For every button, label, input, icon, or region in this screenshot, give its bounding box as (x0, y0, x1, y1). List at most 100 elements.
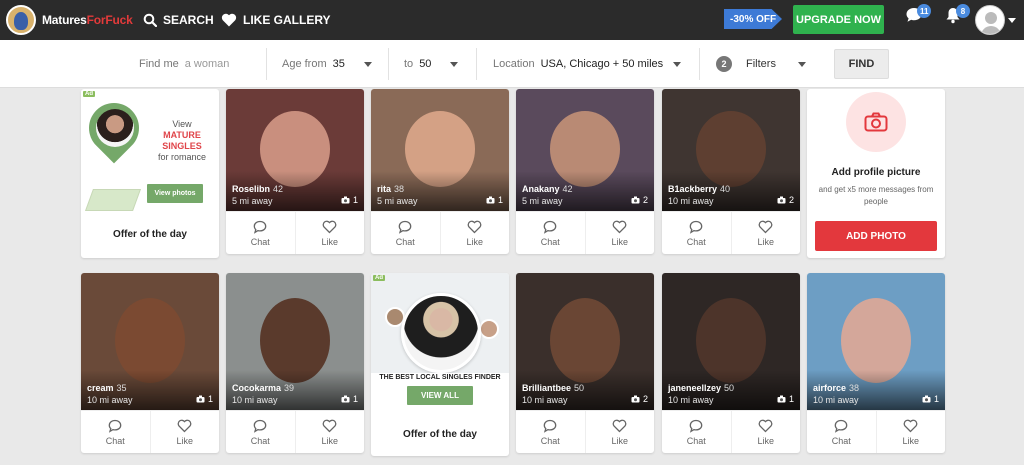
age-from-label: Age from (282, 58, 327, 70)
profile-card[interactable]: rita 38 5 mi away 1 Chat Like (371, 89, 509, 254)
like-button[interactable]: Like (149, 411, 220, 453)
profile-photo[interactable]: airforce 38 10 mi away 1 (807, 273, 945, 410)
chat-icon (543, 220, 557, 234)
profile-name: janeneellzey (668, 383, 722, 393)
like-button[interactable]: Like (730, 212, 801, 254)
profile-info: Brilliantbee 50 10 mi away (522, 382, 584, 406)
camera-icon (196, 395, 205, 403)
profile-card[interactable]: Anakany 42 5 mi away 2 Chat Like (516, 89, 654, 254)
profile-card[interactable]: janeneellzey 50 10 mi away 1 Chat Like (662, 273, 800, 453)
chat-button[interactable]: Chat (226, 411, 295, 453)
chevron-down-icon[interactable] (1008, 18, 1016, 23)
profile-age: 40 (720, 184, 731, 194)
camera-icon (777, 196, 786, 204)
like-label: Like (176, 435, 193, 446)
profile-distance: 10 mi away (87, 395, 133, 405)
profile-card[interactable]: cream 35 10 mi away 1 Chat Like (81, 273, 219, 453)
like-label: Like (611, 236, 628, 247)
divider (388, 48, 389, 80)
ad-card-local-singles[interactable]: Ad THE BEST LOCAL SINGLES FINDER VIEW AL… (371, 273, 509, 456)
heart-icon (758, 419, 773, 432)
profile-card[interactable]: B1ackberry 40 10 mi away 2 Chat Like (662, 89, 800, 254)
filters-select[interactable]: 2 Filters (716, 40, 806, 88)
like-button[interactable]: Like (584, 411, 655, 453)
location-select[interactable]: Location USA, Chicago + 50 miles (493, 40, 682, 88)
location-label: Location (493, 58, 535, 70)
view-photos-button[interactable]: View photos (147, 184, 203, 203)
age-to-select[interactable]: to 50 (404, 40, 459, 88)
chat-button[interactable]: Chat (807, 411, 876, 453)
profile-photo[interactable]: cream 35 10 mi away 1 (81, 273, 219, 410)
profile-actions: Chat Like (516, 410, 654, 453)
photo-count-value: 1 (352, 195, 358, 205)
profile-card[interactable]: airforce 38 10 mi away 1 Chat Like (807, 273, 945, 453)
heart-icon (221, 13, 237, 27)
like-label: Like (757, 435, 774, 446)
upgrade-now-button[interactable]: UPGRADE NOW (793, 5, 884, 34)
profile-info: Anakany 42 5 mi away (522, 183, 573, 207)
profile-card[interactable]: Roselibn 42 5 mi away 1 Chat Like (226, 89, 364, 254)
notifications-button[interactable]: 8 (944, 4, 970, 29)
profile-age: 50 (574, 383, 585, 393)
profile-actions: Chat Like (516, 211, 654, 254)
profile-info: janeneellzey 50 10 mi away (668, 382, 734, 406)
photo-count-value: 1 (933, 394, 939, 404)
offer-of-the-day-label: Offer of the day (113, 229, 187, 240)
find-button[interactable]: FIND (834, 49, 889, 79)
profile-photo[interactable]: Anakany 42 5 mi away 2 (516, 89, 654, 211)
like-button[interactable]: Like (875, 411, 946, 453)
profile-photo[interactable]: Brilliantbee 50 10 mi away 2 (516, 273, 654, 410)
chat-button[interactable]: Chat (81, 411, 150, 453)
profile-card[interactable]: Cocokarma 39 10 mi away 1 Chat Like (226, 273, 364, 453)
profile-age: 35 (116, 383, 127, 393)
age-from-select[interactable]: Age from 35 (282, 40, 372, 88)
ad-card-mature-singles[interactable]: Ad View MATURE SINGLES for romance View … (81, 89, 219, 258)
profile-photo[interactable]: B1ackberry 40 10 mi away 2 (662, 89, 800, 211)
offer-of-the-day-label: Offer of the day (403, 429, 477, 440)
profile-name: airforce (813, 383, 847, 393)
ad-headline: View MATURE SINGLES for romance (157, 119, 207, 162)
profile-age: 50 (724, 383, 735, 393)
filters-count-badge: 2 (716, 56, 732, 72)
chat-button[interactable]: Chat (226, 212, 295, 254)
add-photo-button[interactable]: ADD PHOTO (815, 221, 937, 251)
chat-label: Chat (250, 236, 270, 247)
chat-button[interactable]: Chat (516, 212, 585, 254)
profile-card[interactable]: Brilliantbee 50 10 mi away 2 Chat Like (516, 273, 654, 453)
like-label: Like (321, 236, 338, 247)
notifications-count-badge: 8 (956, 4, 970, 18)
camera-icon (922, 395, 931, 403)
profile-actions: Chat Like (662, 410, 800, 453)
profile-photo[interactable]: rita 38 5 mi away 1 (371, 89, 509, 211)
chat-label: Chat (540, 435, 560, 446)
user-avatar[interactable] (975, 5, 1005, 35)
like-button[interactable]: Like (584, 212, 655, 254)
site-logo[interactable]: MaturesForFuck (6, 5, 133, 35)
like-button[interactable]: Like (294, 212, 365, 254)
like-button[interactable]: Like (294, 411, 365, 453)
chat-button[interactable]: Chat (662, 411, 731, 453)
profile-distance: 10 mi away (813, 395, 859, 405)
chat-button[interactable]: Chat (662, 212, 731, 254)
filters-label: Filters (746, 58, 776, 70)
profile-photo[interactable]: janeneellzey 50 10 mi away 1 (662, 273, 800, 410)
like-button[interactable]: Like (730, 411, 801, 453)
chat-label: Chat (395, 236, 415, 247)
find-me-field[interactable]: Find me a woman (139, 40, 229, 88)
profile-photo[interactable]: Roselibn 42 5 mi away 1 (226, 89, 364, 211)
messages-button[interactable]: 11 (905, 4, 932, 29)
profile-distance: 5 mi away (522, 196, 563, 206)
add-photo-circle[interactable] (846, 92, 906, 152)
like-button[interactable]: Like (439, 212, 510, 254)
chat-label: Chat (831, 435, 851, 446)
nav-like-gallery[interactable]: LIKE GALLERY (221, 0, 331, 40)
chat-button[interactable]: Chat (371, 212, 440, 254)
add-picture-title: Add profile picture (831, 167, 921, 178)
photo-count-value: 2 (642, 394, 648, 404)
photo-count-value: 1 (788, 394, 794, 404)
view-all-button[interactable]: VIEW ALL (407, 386, 473, 405)
profile-photo[interactable]: Cocokarma 39 10 mi away 1 (226, 273, 364, 410)
chat-button[interactable]: Chat (516, 411, 585, 453)
nav-search[interactable]: SEARCH (143, 0, 214, 40)
chat-icon (834, 419, 848, 433)
